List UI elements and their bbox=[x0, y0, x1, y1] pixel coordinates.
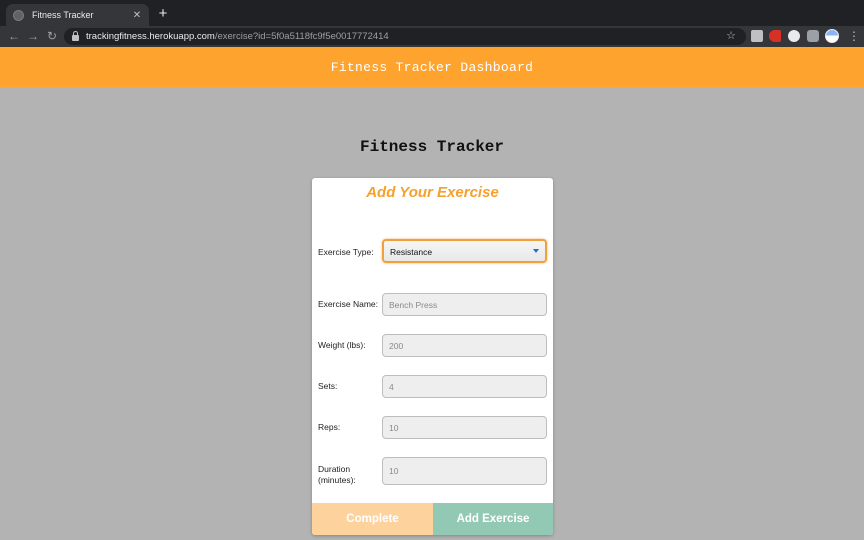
address-bar[interactable]: trackingfitness.herokuapp.com/exercise?i… bbox=[64, 28, 746, 45]
exercise-name-value: Bench Press bbox=[389, 300, 438, 310]
sets-label: Sets: bbox=[318, 381, 338, 391]
complete-button[interactable]: Complete bbox=[312, 503, 433, 535]
weight-label: Weight (lbs): bbox=[318, 340, 366, 350]
avatar[interactable] bbox=[825, 29, 839, 43]
extension-icon[interactable] bbox=[788, 30, 800, 42]
tab-title: Fitness Tracker bbox=[32, 10, 94, 20]
duration-value: 10 bbox=[389, 466, 399, 476]
url-text: trackingfitness.herokuapp.com/exercise?i… bbox=[86, 31, 389, 42]
puzzle-icon[interactable] bbox=[807, 30, 819, 42]
arrow-right-icon[interactable]: → bbox=[25, 28, 41, 44]
star-icon[interactable]: ☆ bbox=[726, 29, 736, 42]
reps-input[interactable]: 10 bbox=[382, 416, 547, 439]
reps-value: 10 bbox=[389, 423, 399, 433]
weight-value: 200 bbox=[389, 341, 404, 351]
exercise-name-label: Exercise Name: bbox=[318, 299, 378, 309]
browser-tab[interactable]: Fitness Tracker ✕ bbox=[6, 4, 149, 26]
reps-label: Reps: bbox=[318, 422, 341, 432]
lock-icon bbox=[72, 31, 79, 41]
header-title: Fitness Tracker Dashboard bbox=[330, 59, 534, 75]
browser-tab-bar: Fitness Tracker ✕ + bbox=[0, 0, 864, 26]
url-path: /exercise?id=5f0a5118fc9f5e0017772414 bbox=[214, 31, 389, 42]
exercise-name-input[interactable]: Bench Press bbox=[382, 293, 547, 316]
exercise-type-select[interactable]: Resistance bbox=[382, 239, 547, 263]
page-title: Fitness Tracker bbox=[359, 138, 505, 156]
extension-icon[interactable] bbox=[751, 30, 763, 42]
form-title: Add Your Exercise bbox=[366, 184, 499, 201]
sets-value: 4 bbox=[389, 382, 394, 392]
duration-input[interactable]: 10 bbox=[382, 457, 547, 485]
exercise-type-value: Resistance bbox=[390, 247, 433, 257]
browser-toolbar: ← → ↻ trackingfitness.herokuapp.com/exer… bbox=[0, 26, 864, 47]
url-host: trackingfitness.herokuapp.com bbox=[86, 31, 215, 42]
more-vertical-icon[interactable]: ⋮ bbox=[848, 28, 860, 44]
close-icon[interactable]: ✕ bbox=[131, 10, 143, 21]
exercise-type-label: Exercise Type: bbox=[318, 247, 374, 257]
extension-icon[interactable] bbox=[769, 30, 781, 42]
duration-label-line1: Duration bbox=[318, 464, 351, 474]
globe-icon bbox=[13, 9, 24, 21]
exercise-form-card: Add Your Exercise Exercise Type: Resista… bbox=[312, 178, 553, 535]
add-exercise-button[interactable]: Add Exercise bbox=[433, 503, 553, 535]
app-header: Fitness Tracker Dashboard bbox=[0, 47, 864, 87]
sets-input[interactable]: 4 bbox=[382, 375, 547, 398]
duration-label: Duration (minutes): bbox=[318, 464, 356, 486]
new-tab-icon[interactable]: + bbox=[155, 5, 171, 23]
reload-icon[interactable]: ↻ bbox=[44, 28, 60, 44]
chevron-down-icon bbox=[533, 249, 539, 253]
weight-input[interactable]: 200 bbox=[382, 334, 547, 357]
arrow-left-icon[interactable]: ← bbox=[6, 28, 22, 44]
duration-label-line2: (minutes): bbox=[318, 475, 356, 485]
